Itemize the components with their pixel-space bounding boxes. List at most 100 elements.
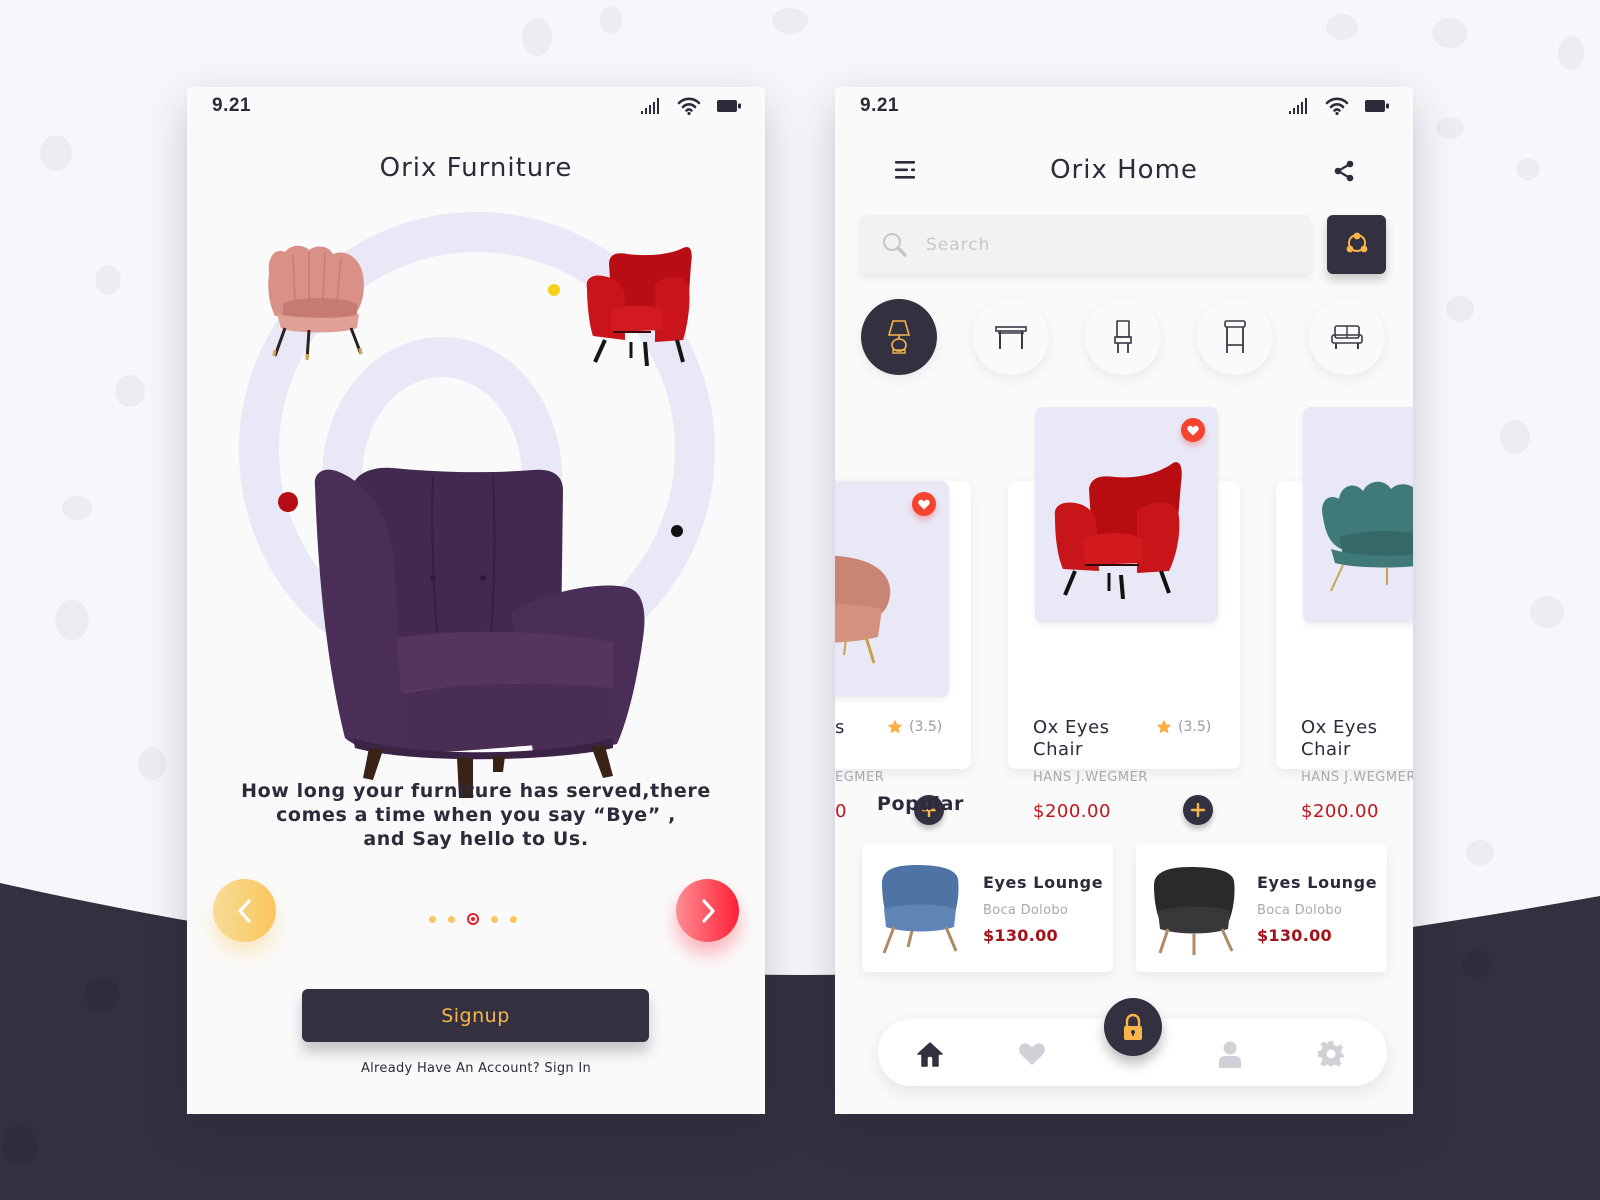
product-brand: HANS J.WEGMER [1301, 770, 1413, 785]
popular-item-price: $130.00 [1257, 926, 1332, 945]
product-brand: EGMER [835, 770, 885, 785]
blue-lounge-chair-image [882, 865, 959, 954]
hero-illustration [187, 87, 765, 798]
search-input[interactable] [926, 234, 1286, 255]
teal-shell-chair-image [1322, 481, 1413, 592]
search-icon [883, 232, 907, 257]
filter-icon [1346, 232, 1367, 252]
product-card[interactable]: Ox Eyes Chair (3.5) HANS J.WEGMER $200.0… [1008, 407, 1240, 825]
filter-button[interactable] [1327, 215, 1386, 274]
bg-blob [1326, 14, 1358, 40]
home-icon [917, 1042, 943, 1067]
product-image-frame [835, 481, 949, 697]
popular-item-brand: Boca Dolobo [1257, 903, 1343, 918]
bg-blob [138, 748, 166, 780]
product-image-frame [1303, 407, 1413, 623]
bg-blob [1516, 158, 1540, 180]
chevron-right-icon [701, 898, 715, 923]
bg-blob [1500, 420, 1530, 454]
status-time: 9.21 [860, 95, 899, 116]
page-dot-active[interactable] [467, 913, 479, 925]
status-bar-icons [1289, 97, 1389, 115]
nav-profile[interactable] [1215, 1039, 1245, 1069]
section-title-popular: Popular [877, 793, 965, 815]
red-armchair-image [586, 246, 692, 366]
bg-blob [522, 18, 552, 56]
signin-link[interactable]: Already Have An Account? Sign In [187, 1061, 765, 1076]
chevron-left-icon [237, 898, 251, 923]
popular-item[interactable]: Eyes Lounge Boca Dolobo $130.00 [1136, 843, 1387, 972]
category-stool[interactable] [1197, 299, 1273, 375]
sofa-icon [1331, 325, 1363, 349]
favorite-button[interactable] [912, 492, 936, 516]
bg-blob [62, 496, 92, 520]
bg-blob [84, 977, 120, 1013]
tagline-line: and Say hello to Us. [363, 828, 589, 850]
pink-shell-chair-image [835, 555, 891, 664]
page-indicator [429, 913, 517, 925]
product-price: $200.00 [1301, 801, 1379, 822]
product-rating: (3.5) [1156, 719, 1211, 735]
product-image-frame [1035, 407, 1218, 623]
category-table[interactable] [973, 299, 1049, 375]
star-icon [887, 719, 903, 734]
category-sofa[interactable] [1309, 299, 1385, 375]
signal-icon [1289, 98, 1307, 114]
signup-button[interactable]: Signup [302, 989, 649, 1042]
rating-value: (3.5) [1178, 719, 1212, 735]
popular-item[interactable]: Eyes Lounge Boca Dolobo $130.00 [862, 843, 1113, 972]
popular-item-price: $130.00 [983, 926, 1058, 945]
add-to-cart-button[interactable] [1183, 795, 1213, 825]
pink-armchair-image [268, 245, 364, 361]
search-bar [860, 215, 1311, 274]
decor-dot-black [671, 525, 683, 537]
page-dot[interactable] [510, 915, 517, 923]
popular-item-title: Eyes Lounge [983, 873, 1104, 892]
category-chair[interactable] [1085, 299, 1161, 375]
product-card[interactable]: Ox Eyes Chair HANS J.WEGMER $200.00 [1276, 407, 1413, 822]
heart-icon [918, 499, 930, 509]
app-title: Orix Home [1050, 155, 1198, 185]
nav-home[interactable] [915, 1039, 945, 1069]
product-price: 0 [835, 801, 847, 822]
popular-item-brand: Boca Dolobo [983, 903, 1069, 918]
lock-button[interactable] [1104, 998, 1162, 1056]
bg-blob [95, 265, 121, 295]
table-icon [995, 326, 1027, 349]
previous-button[interactable] [213, 879, 276, 942]
tagline-line: comes a time when you say “Bye” , [276, 804, 676, 826]
share-button[interactable] [1332, 159, 1356, 183]
next-button[interactable] [676, 879, 739, 942]
stool-icon [1224, 320, 1246, 353]
bg-blob [115, 375, 145, 407]
nav-settings[interactable] [1316, 1039, 1346, 1069]
purple-armchair-image [314, 467, 645, 798]
page-dot[interactable] [448, 915, 455, 923]
heart-icon [1187, 425, 1199, 435]
bg-blob [1466, 840, 1494, 866]
product-price: $200.00 [1033, 801, 1111, 822]
home-screen: 9.21 Orix Home Search s (3.5) EGMER 0 Ox… [835, 87, 1413, 1114]
bg-blob [55, 600, 89, 640]
category-lamp[interactable] [861, 299, 937, 375]
lock-icon [1124, 1013, 1142, 1040]
bg-blob [1432, 18, 1468, 48]
decor-dot-yellow [548, 284, 560, 296]
category-list [861, 299, 1413, 375]
favorite-button[interactable] [1181, 418, 1205, 442]
onboarding-tagline: How long your furniture has served,there… [217, 779, 735, 851]
product-name: Ox Eyes Chair [1033, 717, 1110, 760]
product-card[interactable]: s (3.5) EGMER 0 [835, 481, 971, 825]
nav-favorites[interactable] [1017, 1039, 1047, 1069]
page-dot[interactable] [429, 915, 436, 923]
bg-blob [600, 6, 622, 34]
bg-blob [772, 8, 808, 34]
onboarding-screen: 9.21 Orix Furniture How long your furnit… [187, 87, 765, 1114]
bg-blob [40, 135, 72, 171]
page-dot[interactable] [491, 915, 498, 923]
product-rating: (3.5) [887, 719, 942, 735]
bg-blob [1446, 296, 1474, 322]
share-icon [1334, 160, 1354, 182]
rating-value: (3.5) [909, 719, 943, 735]
battery-icon [1365, 100, 1389, 112]
